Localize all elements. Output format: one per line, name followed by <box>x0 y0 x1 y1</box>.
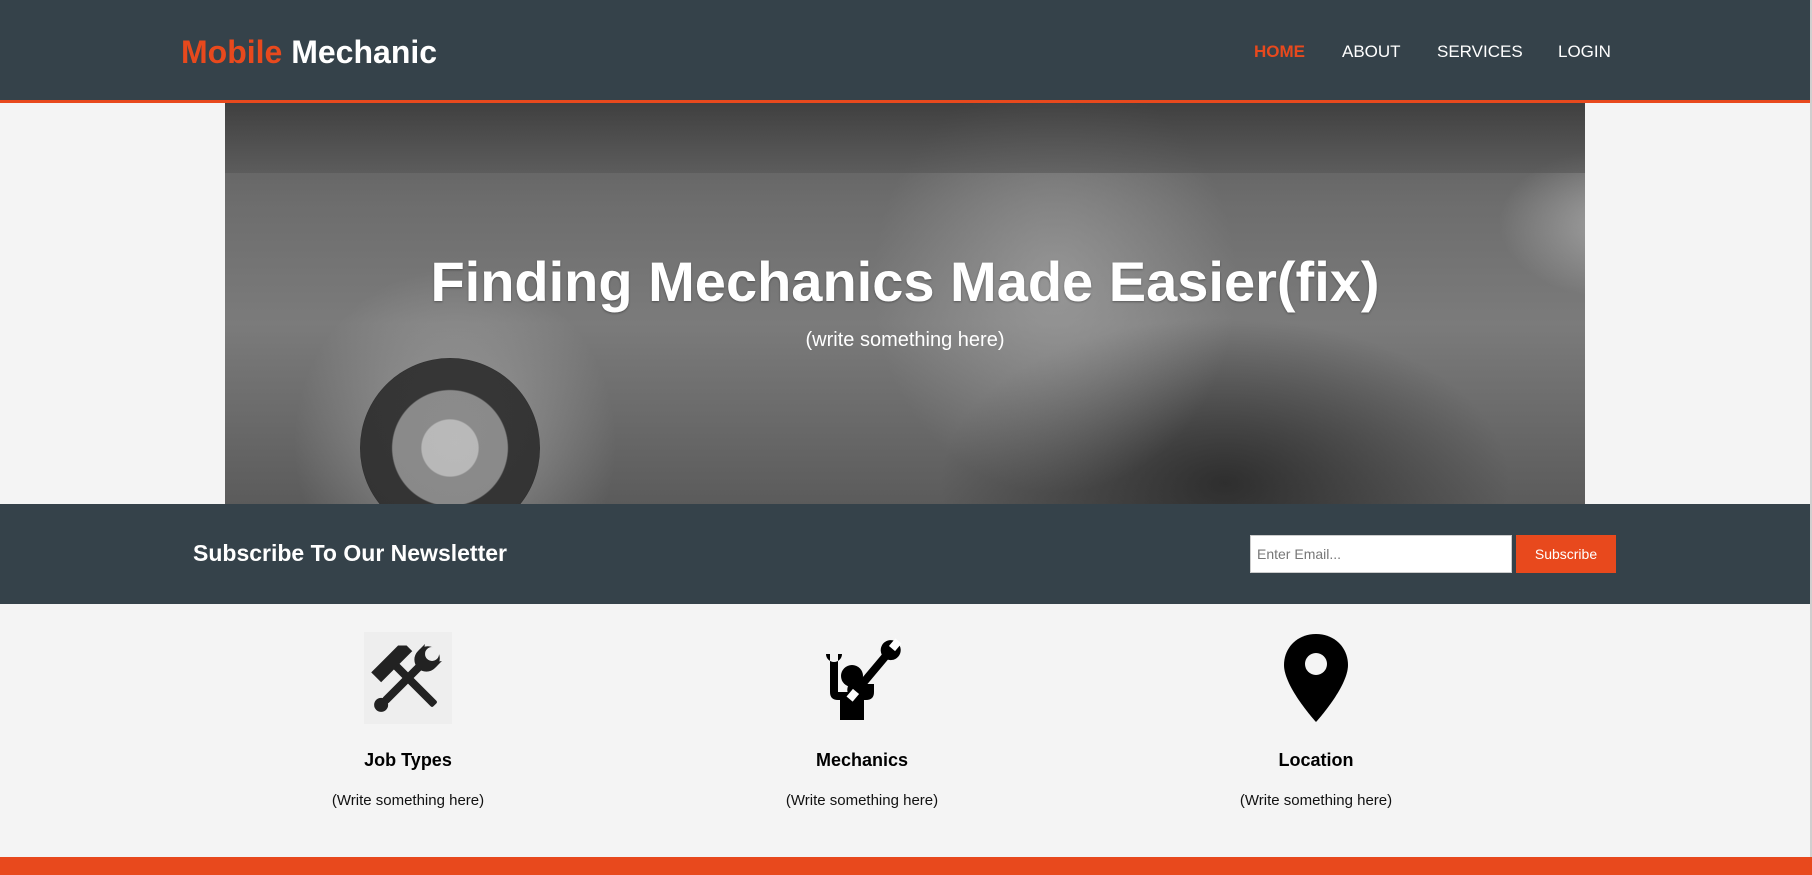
feature-text: (Write something here) <box>1239 792 1393 809</box>
email-input[interactable] <box>1250 535 1512 573</box>
nav-login-link[interactable]: LOGIN <box>1558 42 1611 62</box>
site-header: Mobile Mechanic HOME ABOUT SERVICES LOGI… <box>0 0 1810 103</box>
map-pin-icon <box>1272 632 1360 724</box>
feature-text: (Write something here) <box>331 792 485 809</box>
mechanic-icon <box>818 632 906 724</box>
newsletter-heading: Subscribe To Our Newsletter <box>193 540 507 566</box>
newsletter-section: Subscribe To Our Newsletter Subscribe <box>0 504 1810 604</box>
subscribe-button[interactable]: Subscribe <box>1516 535 1616 573</box>
nav-home-link[interactable]: HOME <box>1254 42 1305 62</box>
hero-background-wheel <box>360 358 540 504</box>
nav-services-link[interactable]: SERVICES <box>1437 42 1523 62</box>
feature-title: Mechanics <box>815 750 909 770</box>
page: Mobile Mechanic HOME ABOUT SERVICES LOGI… <box>0 0 1812 875</box>
main-nav: HOME ABOUT SERVICES LOGIN <box>0 0 1810 100</box>
footer-accent-bar <box>0 857 1812 875</box>
features-section: Job Types (Write something here) Mechani… <box>0 604 1810 857</box>
hammer-wrench-icon <box>364 632 452 724</box>
feature-text: (Write something here) <box>785 792 939 809</box>
hero-subtitle: (write something here) <box>805 329 1005 351</box>
feature-title: Job Types <box>364 750 452 770</box>
hero-background-lift <box>225 103 1585 173</box>
hero-showcase: Finding Mechanics Made Easier(fix) (writ… <box>225 103 1585 504</box>
feature-title: Location <box>1278 750 1354 770</box>
hero-title: Finding Mechanics Made Easier(fix) <box>430 249 1380 313</box>
nav-about-link[interactable]: ABOUT <box>1342 42 1401 62</box>
